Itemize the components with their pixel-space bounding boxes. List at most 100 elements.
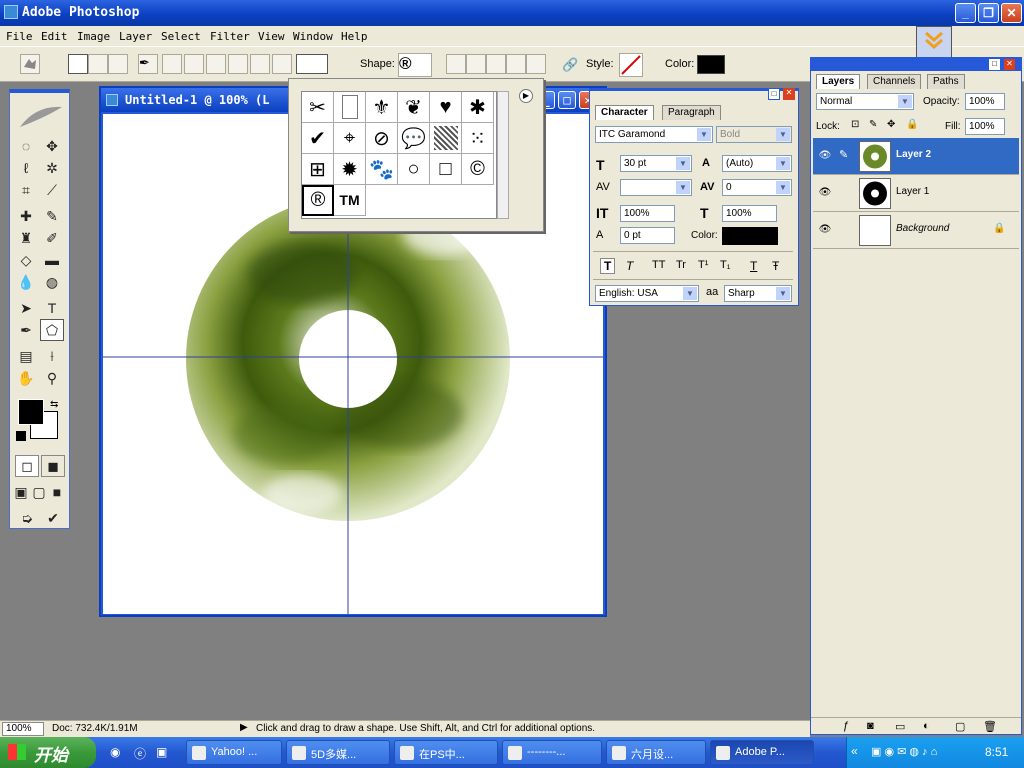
move-tool[interactable]: ✥ [40, 135, 64, 157]
status-arrow-icon[interactable]: ▶ [240, 722, 248, 733]
layer-style-icon[interactable]: ƒ [843, 720, 849, 732]
menu-file[interactable]: File [6, 30, 33, 43]
zoom-tool[interactable]: ⚲ [40, 367, 64, 389]
fill-pixels-button[interactable] [108, 54, 128, 74]
tab-paths[interactable]: Paths [927, 74, 965, 89]
font-family-select[interactable]: ITC Garamond [595, 126, 713, 143]
start-button[interactable]: 开始 [0, 737, 96, 768]
text-color-swatch[interactable] [722, 227, 778, 245]
foreground-color[interactable] [18, 399, 44, 425]
doc-maximize-button[interactable]: □ [558, 91, 576, 109]
close-button[interactable]: ✕ [1001, 3, 1022, 23]
task-liuyue[interactable]: 六月设... [606, 740, 706, 765]
imageready-check[interactable]: ✔ [41, 507, 65, 529]
tray-chevron-icon[interactable]: « [851, 744, 858, 758]
rectangle-shape-button[interactable] [184, 54, 204, 74]
subtract-shape-button[interactable] [486, 54, 506, 74]
tab-paragraph[interactable]: Paragraph [662, 105, 721, 120]
task-5d[interactable]: 5D多媒... [286, 740, 390, 765]
notes-tool[interactable]: ▤ [14, 345, 38, 367]
superscript-button[interactable]: T¹ [698, 259, 708, 271]
shape-square[interactable]: □ [430, 154, 462, 185]
language-select[interactable]: English: USA [595, 285, 699, 302]
clone-stamp-tool[interactable]: ♜ [14, 227, 38, 249]
tab-layers[interactable]: Layers [816, 74, 861, 89]
style-picker[interactable] [619, 53, 643, 77]
freeform-pen-button[interactable] [162, 54, 182, 74]
jump-to-imageready[interactable]: ➭ [15, 507, 39, 529]
link-icon[interactable]: 🔗 [562, 57, 578, 73]
dodge-tool[interactable]: ◍ [40, 271, 64, 293]
add-shape-button[interactable] [466, 54, 486, 74]
restore-button[interactable]: ❐ [978, 3, 999, 23]
all-caps-button[interactable]: TT [652, 259, 665, 271]
standard-mode-button[interactable]: ◻ [15, 455, 39, 477]
tray-icons[interactable]: ▣ ◉ ✉ ◍ ♪ ⌂ [871, 745, 937, 758]
exclude-shape-button[interactable] [526, 54, 546, 74]
menu-filter[interactable]: Filter [210, 30, 250, 43]
swap-colors-icon[interactable]: ⇆ [50, 399, 58, 410]
vertical-scale-field[interactable]: 100% [620, 205, 675, 222]
shape-ornament[interactable]: ❦ [398, 92, 430, 123]
eye-icon[interactable]: 👁 [817, 150, 833, 162]
menu-window[interactable]: Window [293, 30, 333, 43]
leading-field[interactable]: (Auto) [722, 155, 792, 172]
layer-row-layer-2[interactable]: 👁 ✎ Layer 2 [813, 138, 1019, 175]
task-zaips[interactable]: 在PS中... [394, 740, 498, 765]
shape-paw[interactable]: 🐾 [366, 154, 398, 185]
menu-edit[interactable]: Edit [41, 30, 68, 43]
layer-row-background[interactable]: 👁 Background 🔒 [813, 212, 1019, 249]
path-selection-tool[interactable]: ➤ [14, 297, 38, 319]
shape-starburst[interactable]: ✹ [334, 154, 366, 185]
color-swatch[interactable] [697, 55, 725, 74]
brush-tool[interactable]: ✎ [40, 205, 64, 227]
char-close-button[interactable]: ✕ [783, 88, 795, 100]
lock-transparent-icon[interactable]: ⊡ [851, 119, 859, 130]
shape-hatch[interactable] [430, 123, 462, 154]
subscript-button[interactable]: T₁ [720, 259, 730, 271]
quicklaunch-icon[interactable]: ◉ [110, 745, 120, 759]
faux-italic-button[interactable]: T [626, 259, 633, 273]
blur-tool[interactable]: 💧 [14, 271, 38, 293]
menu-help[interactable]: Help [341, 30, 368, 43]
rounded-rect-button[interactable] [206, 54, 226, 74]
shape-grid-scrollbar[interactable] [497, 91, 509, 219]
shape-target[interactable]: ⌖ [334, 123, 366, 154]
shape-grid-dots[interactable]: ⁙ [462, 123, 494, 154]
new-set-icon[interactable]: ▭ [895, 720, 905, 733]
screen-mode-full-menu[interactable]: ▢ [30, 481, 48, 503]
horizontal-scale-field[interactable]: 100% [722, 205, 777, 222]
layers-minimize-button[interactable]: □ [989, 59, 1000, 70]
intersect-shape-button[interactable] [506, 54, 526, 74]
shape-layers-button[interactable] [68, 54, 88, 74]
underline-button[interactable]: T [750, 259, 757, 273]
ellipse-button[interactable] [228, 54, 248, 74]
palette-well-button[interactable] [916, 26, 952, 58]
shape-grid[interactable]: ⊞ [302, 154, 334, 185]
screen-mode-full[interactable]: ■ [48, 481, 66, 503]
task-photoshop[interactable]: Adobe P... [710, 740, 814, 765]
hand-tool[interactable]: ✋ [14, 367, 38, 389]
ie-icon[interactable]: ⓔ [134, 745, 146, 762]
healing-brush-tool[interactable]: ✚ [14, 205, 38, 227]
shape-heart[interactable]: ♥ [430, 92, 462, 123]
tab-character[interactable]: Character [595, 105, 654, 120]
gradient-tool[interactable]: ▬ [40, 249, 64, 271]
menu-image[interactable]: Image [77, 30, 110, 43]
tool-preset-picker[interactable] [20, 54, 40, 74]
lasso-tool[interactable]: ℓ [14, 157, 38, 179]
shape-scissors[interactable]: ✂ [302, 92, 334, 123]
shape-splat[interactable]: ✱ [462, 92, 494, 123]
menu-view[interactable]: View [258, 30, 285, 43]
shape-no-sign[interactable]: ⊘ [366, 123, 398, 154]
crop-tool[interactable]: ⌗ [14, 179, 38, 201]
trash-icon[interactable]: 🗑 [983, 720, 997, 733]
paths-button[interactable] [88, 54, 108, 74]
shape-checkmark[interactable]: ✔ [302, 123, 334, 154]
menu-select[interactable]: Select [161, 30, 201, 43]
font-style-select[interactable]: Bold [716, 126, 792, 143]
shape-picker-button[interactable]: ® [398, 53, 432, 77]
eyedropper-tool[interactable]: ⟊ [40, 345, 64, 367]
custom-shape-button[interactable] [296, 54, 328, 74]
fill-field[interactable]: 100% [965, 118, 1005, 135]
